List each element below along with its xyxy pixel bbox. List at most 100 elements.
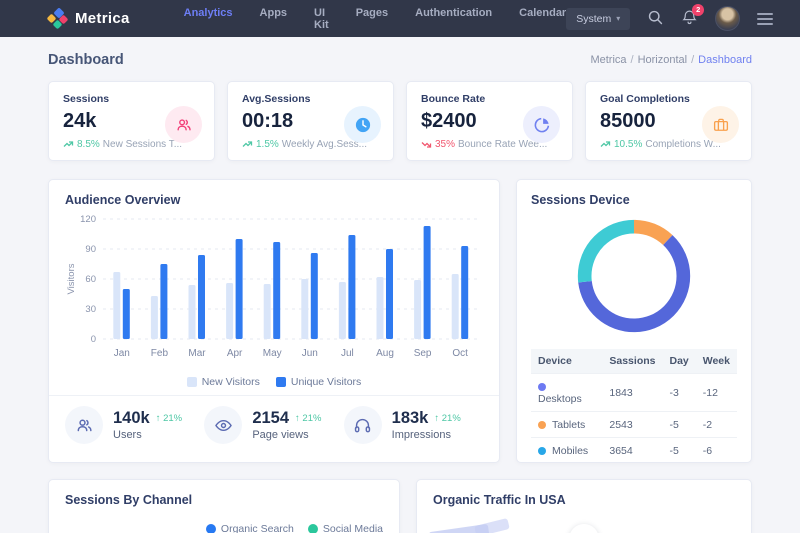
svg-text:Oct: Oct bbox=[452, 348, 468, 359]
table-row-mobiles: Mobiles3654-5-6 bbox=[531, 438, 737, 464]
svg-text:Jul: Jul bbox=[341, 348, 354, 359]
svg-text:90: 90 bbox=[85, 244, 96, 255]
svg-text:Apr: Apr bbox=[227, 348, 243, 359]
table-row-desktops: Desktops1843-3-12 bbox=[531, 374, 737, 412]
legend-label: Unique Visitors bbox=[291, 376, 361, 388]
legend-label: Social Media bbox=[323, 523, 383, 533]
cell-day: -5 bbox=[662, 438, 695, 464]
kpi-value: 140k bbox=[113, 409, 150, 428]
nav-item-authentication[interactable]: Authentication bbox=[415, 7, 492, 31]
trend-up-icon: 1.5% bbox=[242, 139, 279, 150]
system-dropdown[interactable]: System ▾ bbox=[566, 8, 630, 30]
page-title: Dashboard bbox=[48, 52, 124, 68]
nav-item-apps[interactable]: Apps bbox=[260, 7, 288, 31]
usa-map-fragment bbox=[429, 520, 521, 533]
kpi-impressions: 183k↑ 21%Impressions bbox=[344, 406, 483, 444]
svg-text:30: 30 bbox=[85, 304, 96, 315]
trend-up-icon: 10.5% bbox=[600, 139, 642, 150]
menu-toggle-button[interactable] bbox=[757, 13, 773, 25]
system-dropdown-label: System bbox=[576, 13, 611, 25]
device-table-header-device: Device bbox=[531, 349, 602, 374]
kpi-text: 183k↑ 21%Impressions bbox=[392, 409, 461, 441]
kpi-value-row: 140k ↑ 21% bbox=[113, 409, 182, 428]
headphones-icon bbox=[344, 406, 382, 444]
breadcrumb-item-metrica[interactable]: Metrica bbox=[590, 54, 626, 66]
brand-logo[interactable]: Metrica bbox=[48, 9, 130, 29]
device-table-header-week: Week bbox=[696, 349, 737, 374]
cell-day: -5 bbox=[662, 412, 695, 438]
sessions-by-channel-title: Sessions By Channel bbox=[65, 493, 383, 507]
trend-down-icon: 35% bbox=[421, 139, 455, 150]
svg-text:Mar: Mar bbox=[188, 348, 206, 359]
device-dot-icon bbox=[538, 383, 546, 391]
kpi-label: Page views bbox=[252, 429, 321, 441]
kpi-value-row: 2154↑ 21% bbox=[252, 409, 321, 428]
kpi-value-row: 183k↑ 21% bbox=[392, 409, 461, 428]
metrica-logo-icon bbox=[48, 9, 68, 29]
svg-text:Feb: Feb bbox=[151, 348, 169, 359]
svg-text:0: 0 bbox=[91, 334, 96, 345]
audience-bar-chart: 0306090120VisitorsJanFebMarAprMayJunJulA… bbox=[65, 211, 485, 373]
stat-card-avg-sessions: Avg.Sessions00:181.5%Weekly Avg.Sess... bbox=[227, 81, 394, 161]
search-icon bbox=[647, 9, 664, 29]
pie-icon bbox=[523, 106, 560, 143]
legend-label: New Visitors bbox=[202, 376, 260, 388]
cell-week: -12 bbox=[696, 374, 737, 412]
cell-device: Desktops bbox=[531, 374, 602, 412]
table-row-tablets: Tablets2543-5-2 bbox=[531, 412, 737, 438]
device-dot-icon bbox=[538, 447, 546, 455]
breadcrumb-item-horizontal[interactable]: Horizontal bbox=[638, 54, 688, 66]
eye-icon bbox=[204, 406, 242, 444]
brand-name: Metrica bbox=[75, 10, 130, 27]
search-button[interactable] bbox=[647, 9, 664, 29]
stat-cards-row: Sessions24k8.5%New Sessions T...Avg.Sess… bbox=[48, 81, 752, 161]
legend-item-new-visitors: New Visitors bbox=[187, 376, 260, 388]
cell-week: -2 bbox=[696, 412, 737, 438]
kpi-label: Users bbox=[113, 429, 182, 441]
cell-device: Tablets bbox=[531, 412, 602, 438]
legend-item-unique-visitors: Unique Visitors bbox=[276, 376, 361, 388]
breadcrumb-item-dashboard[interactable]: Dashboard bbox=[698, 54, 752, 66]
kpi-delta: ↑ 21% bbox=[295, 413, 321, 424]
kpi-text: 2154↑ 21%Page views bbox=[252, 409, 321, 441]
legend-swatch bbox=[187, 377, 197, 387]
nav-item-pages[interactable]: Pages bbox=[356, 7, 388, 31]
device-table-header-sassions: Sassions bbox=[602, 349, 662, 374]
breadcrumb: Metrica/Horizontal/Dashboard bbox=[590, 54, 752, 66]
organic-traffic-title: Organic Traffic In USA bbox=[433, 493, 735, 507]
organic-traffic-card: Organic Traffic In USA + bbox=[416, 479, 752, 533]
briefcase-icon bbox=[702, 106, 739, 143]
sessions-by-channel-card: Sessions By Channel Organic Search Social… bbox=[48, 479, 400, 533]
channel-legend: Organic Search Social Media bbox=[65, 523, 383, 533]
sessions-device-card: Sessions Device DeviceSassionsDayWeek De… bbox=[516, 179, 752, 463]
cell-sassions: 2543 bbox=[602, 412, 662, 438]
notification-badge: 2 bbox=[692, 4, 704, 16]
kpi-label: Impressions bbox=[392, 429, 461, 441]
svg-text:60: 60 bbox=[85, 274, 96, 285]
stat-card-sessions: Sessions24k8.5%New Sessions T... bbox=[48, 81, 215, 161]
nav-item-ui-kit[interactable]: UI Kit bbox=[314, 7, 329, 31]
kpi-delta: ↑ 21% bbox=[156, 413, 182, 424]
svg-text:May: May bbox=[263, 348, 282, 359]
user-avatar[interactable] bbox=[715, 6, 740, 31]
map-zoom-in-button[interactable]: + bbox=[569, 524, 599, 533]
users-icon bbox=[65, 406, 103, 444]
nav-item-calendar[interactable]: Calendar bbox=[519, 7, 566, 31]
nav-item-analytics[interactable]: Analytics bbox=[184, 7, 233, 31]
device-table: DeviceSassionsDayWeek Desktops1843-3-12T… bbox=[531, 349, 737, 463]
svg-text:Sep: Sep bbox=[414, 348, 432, 359]
svg-text:Aug: Aug bbox=[376, 348, 394, 359]
audience-overview-title: Audience Overview bbox=[65, 193, 483, 207]
notifications-button[interactable]: 2 bbox=[681, 9, 698, 29]
legend-label: Organic Search bbox=[221, 523, 294, 533]
cell-sassions: 3654 bbox=[602, 438, 662, 464]
channel-legend-social-media: Social Media bbox=[308, 523, 383, 533]
kpi-delta: ↑ 21% bbox=[434, 413, 460, 424]
stat-card-label: Avg.Sessions bbox=[242, 93, 379, 105]
audience-kpi-row: 140k ↑ 21% Users 2154↑ 21%Page views 183k↑ 2… bbox=[65, 396, 483, 444]
stat-card-desc: New Sessions T... bbox=[103, 139, 182, 150]
svg-text:120: 120 bbox=[80, 214, 96, 225]
kpi-users: 140k ↑ 21% Users bbox=[65, 406, 204, 444]
stat-card-desc: Completions W... bbox=[645, 139, 721, 150]
stat-card-label: Goal Completions bbox=[600, 93, 737, 105]
